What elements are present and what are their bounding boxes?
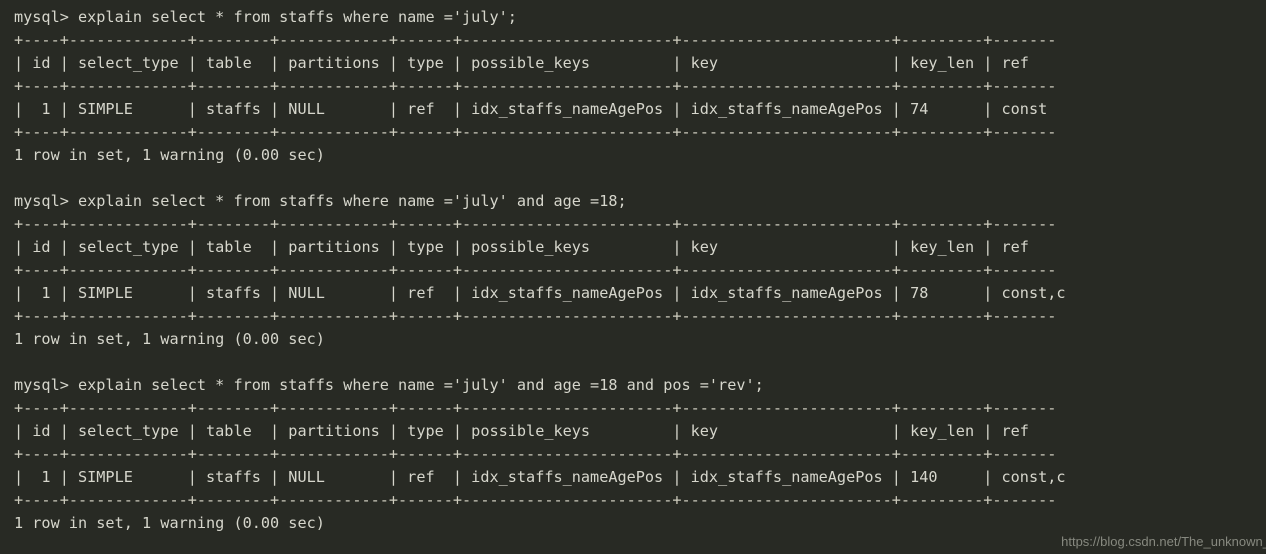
terminal-line: | id | select_type | table | partitions … <box>14 54 1057 72</box>
terminal-line: +----+-------------+--------+-----------… <box>14 123 1057 141</box>
terminal-line: mysql> explain select * from staffs wher… <box>14 8 517 26</box>
terminal-output: mysql> explain select * from staffs wher… <box>14 6 1266 535</box>
terminal-line: +----+-------------+--------+-----------… <box>14 307 1057 325</box>
terminal-line: +----+-------------+--------+-----------… <box>14 491 1057 509</box>
terminal-line: 1 row in set, 1 warning (0.00 sec) <box>14 330 325 348</box>
terminal-line: | 1 | SIMPLE | staffs | NULL | ref | idx… <box>14 284 1066 302</box>
terminal-line: +----+-------------+--------+-----------… <box>14 215 1057 233</box>
watermark-text: https://blog.csdn.net/The_unknown_ <box>1061 534 1266 549</box>
terminal-line: +----+-------------+--------+-----------… <box>14 31 1057 49</box>
terminal-line: mysql> explain select * from staffs wher… <box>14 376 764 394</box>
terminal-line: +----+-------------+--------+-----------… <box>14 77 1057 95</box>
terminal-line: mysql> explain select * from staffs wher… <box>14 192 627 210</box>
terminal-line: | id | select_type | table | partitions … <box>14 238 1057 256</box>
terminal-line: | 1 | SIMPLE | staffs | NULL | ref | idx… <box>14 468 1066 486</box>
terminal-line: | id | select_type | table | partitions … <box>14 422 1057 440</box>
terminal-line: +----+-------------+--------+-----------… <box>14 261 1057 279</box>
terminal-line: +----+-------------+--------+-----------… <box>14 399 1057 417</box>
terminal-line: +----+-------------+--------+-----------… <box>14 445 1057 463</box>
terminal-line: 1 row in set, 1 warning (0.00 sec) <box>14 514 325 532</box>
terminal-window[interactable]: mysql> explain select * from staffs wher… <box>0 0 1266 554</box>
terminal-line: | 1 | SIMPLE | staffs | NULL | ref | idx… <box>14 100 1057 118</box>
terminal-line: 1 row in set, 1 warning (0.00 sec) <box>14 146 325 164</box>
